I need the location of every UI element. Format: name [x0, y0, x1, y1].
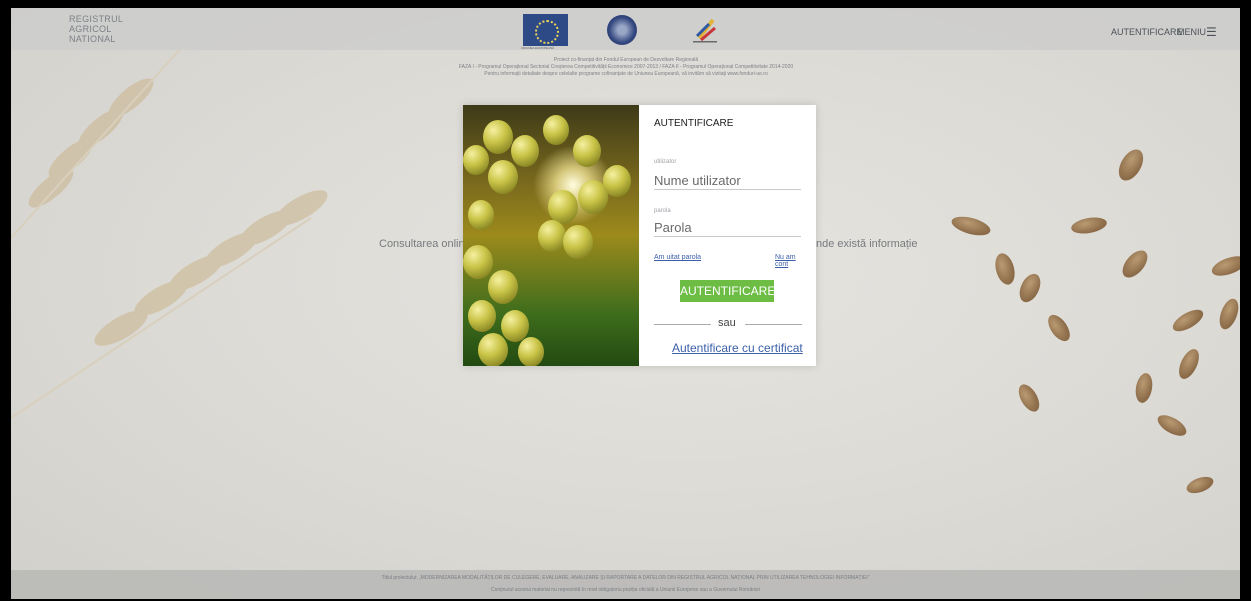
login-title: AUTENTIFICARE	[654, 118, 734, 129]
grape	[511, 135, 539, 167]
grapes-photo	[463, 105, 639, 366]
tagline-right: nde există informație	[816, 238, 918, 250]
login-form: AUTENTIFICARE utilizator parola Am uitat…	[654, 105, 804, 366]
grape	[488, 270, 518, 304]
logo-line: NATIONAL	[69, 34, 116, 44]
funding-notice-line: Proiect co-finanțat din Fondul European …	[553, 57, 699, 63]
grape	[488, 160, 518, 194]
page-frame: REGISTRUL AGRICOL NATIONAL UNIUNEA EUROP…	[11, 8, 1240, 599]
footer-project-title: Titlul proiectului: „MODERNIZAREA MODALI…	[381, 575, 870, 581]
top-header: REGISTRUL AGRICOL NATIONAL UNIUNEA EUROP…	[11, 8, 1240, 50]
username-input[interactable]	[654, 171, 801, 190]
divider-line	[654, 324, 711, 325]
hamburger-menu-icon[interactable]: ☰	[1206, 25, 1217, 39]
grape	[483, 120, 513, 154]
grape	[538, 220, 566, 252]
divider-line	[745, 324, 802, 325]
site-logo[interactable]: REGISTRUL AGRICOL NATIONAL	[69, 14, 123, 44]
logo-line: AGRICOL	[69, 24, 112, 34]
grape	[518, 337, 544, 366]
username-label: utilizator	[654, 159, 677, 165]
grape	[478, 333, 508, 366]
grape	[603, 165, 631, 197]
footer: Titlul proiectului: „MODERNIZAREA MODALI…	[11, 570, 1240, 599]
grape	[463, 145, 489, 175]
grape	[548, 190, 578, 224]
forgot-password-link[interactable]: Am uitat parola	[654, 254, 701, 261]
footer-disclaimer: Conținutul acestui material nu reprezint…	[490, 587, 761, 593]
grape	[543, 115, 569, 145]
wheat-stalks-image	[11, 47, 328, 419]
logo-line: REGISTRUL	[69, 14, 124, 24]
grape	[573, 135, 601, 167]
grape	[501, 310, 529, 342]
grape	[463, 245, 493, 279]
password-input[interactable]	[654, 218, 801, 237]
password-label: parola	[654, 208, 671, 214]
eu-flag-caption: UNIUNEA EUROPEANĂ	[521, 46, 555, 50]
nav-authentication-link[interactable]: AUTENTIFICARE	[1111, 27, 1183, 37]
eu-stars-icon	[535, 20, 559, 44]
no-account-link[interactable]: Nu am cont	[775, 254, 804, 268]
grape	[468, 200, 494, 230]
grape	[563, 225, 593, 259]
grape	[468, 300, 496, 332]
funding-notice: Proiect co-finanțat din Fondul European …	[411, 57, 841, 78]
login-submit-button[interactable]: AUTENTIFICARE	[680, 280, 775, 302]
funding-notice-line: FAZA I - Programul Operațional Sectorial…	[458, 64, 794, 70]
nav-menu-link[interactable]: MENIU	[1177, 27, 1206, 37]
certificate-login-link[interactable]: Autentificare cu certificat	[672, 341, 803, 355]
government-logo	[607, 15, 637, 45]
funding-notice-line: Pentru informații detaliate despre celel…	[484, 71, 768, 77]
or-separator-text: sau	[718, 317, 736, 329]
structural-instruments-logo	[693, 18, 717, 43]
eu-flag-logo	[523, 14, 568, 46]
login-modal: AUTENTIFICARE utilizator parola Am uitat…	[463, 105, 816, 366]
